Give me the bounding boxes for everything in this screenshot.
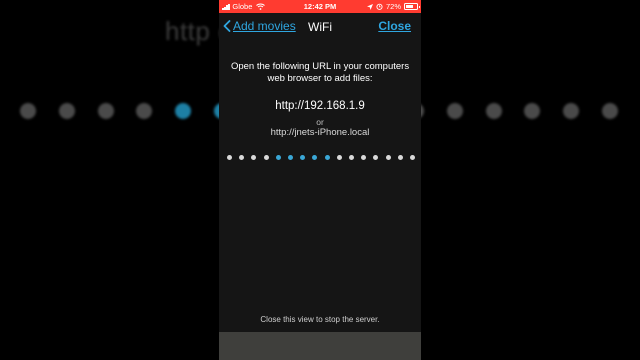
background-dot [58, 103, 75, 119]
phone-screen: Globe 12:42 PM 72% Add movies WiFi Close… [219, 0, 421, 360]
background-dot [485, 103, 502, 119]
ip-url: http://192.168.1.9 [275, 100, 365, 112]
background-dot [563, 103, 580, 119]
activity-dot [349, 155, 354, 160]
hostname-url: http://jnets-iPhone.local [270, 127, 370, 138]
alarm-icon [376, 3, 383, 10]
activity-dot [373, 155, 379, 160]
status-right: 72% [366, 0, 420, 13]
activity-dot [288, 155, 293, 160]
bottom-toolbar [219, 332, 421, 360]
status-bar: Globe 12:42 PM 72% [219, 0, 421, 13]
activity-dot [300, 155, 306, 160]
activity-dot [227, 155, 232, 160]
background-dot [97, 103, 114, 119]
activity-dot [324, 155, 330, 160]
activity-dot [275, 155, 281, 160]
instructions-line-1: Open the following URL in your computers [230, 61, 410, 72]
instructions-text: Open the following URL in your computers… [219, 61, 421, 85]
location-arrow-icon [366, 3, 373, 10]
background-dot [446, 103, 463, 119]
activity-dot [410, 155, 415, 160]
or-separator: or [316, 117, 324, 127]
background-dot [602, 103, 618, 119]
activity-dot [263, 155, 269, 160]
activity-dot [385, 155, 391, 160]
background-dot [175, 103, 192, 119]
activity-dot [251, 155, 257, 160]
activity-indicator-dots [223, 155, 417, 161]
background-dot [136, 103, 153, 119]
battery-icon [404, 3, 420, 10]
activity-dot [397, 155, 403, 160]
battery-percent: 72% [385, 2, 401, 11]
activity-dot [312, 155, 318, 160]
stop-server-hint: Close this view to stop the server. [260, 315, 380, 324]
background-dot [20, 103, 36, 119]
navigation-bar: Add movies WiFi Close [219, 13, 421, 41]
close-button[interactable]: Close [378, 19, 411, 33]
instructions-line-2: web browser to add files: [267, 73, 373, 84]
activity-dot [239, 155, 245, 160]
activity-dot [361, 155, 367, 160]
activity-dot [336, 155, 342, 160]
background-dot [524, 103, 541, 119]
